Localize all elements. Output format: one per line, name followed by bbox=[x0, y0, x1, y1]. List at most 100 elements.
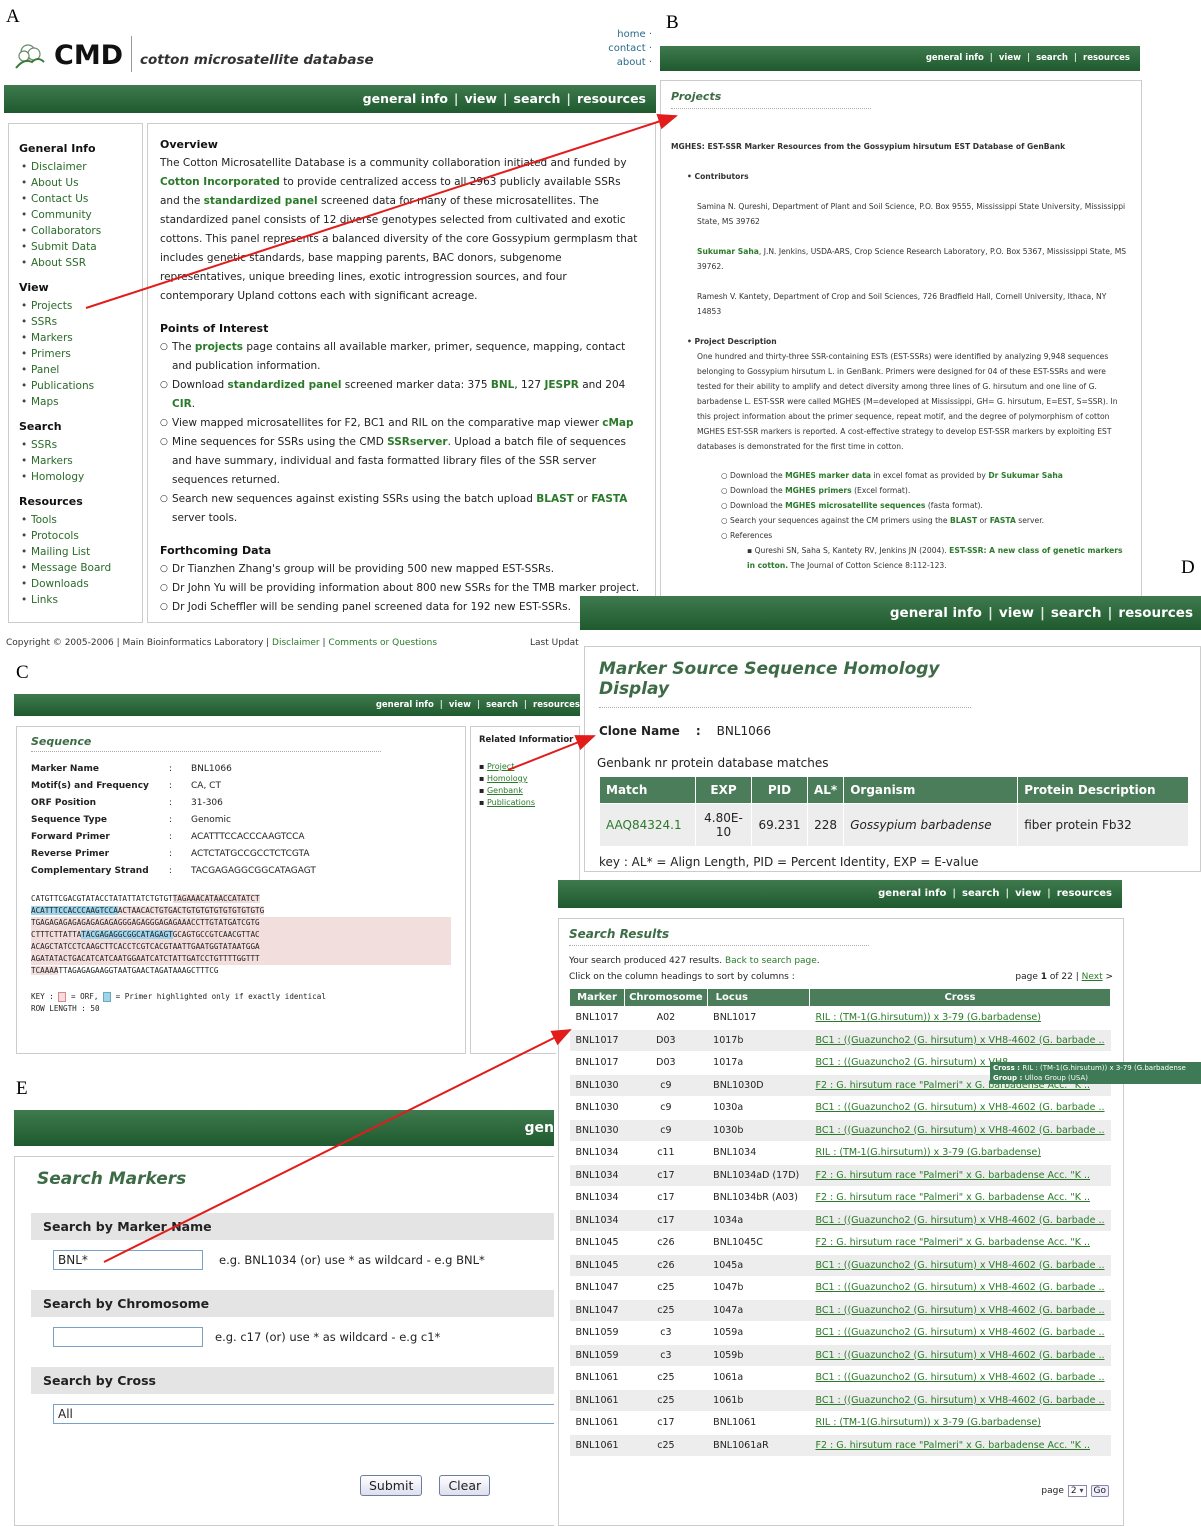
cross-link[interactable]: BC1 : ((Guazuncho2 (G. hirsutum) x VH8-4… bbox=[815, 1305, 1104, 1316]
mghes-sequences-link[interactable]: MGHES microsatellite sequences bbox=[785, 501, 925, 510]
contact-link[interactable]: contact · bbox=[608, 42, 652, 56]
cross-link[interactable]: F2 : G. hirsutum race "Palmeri" x G. bar… bbox=[815, 1192, 1090, 1203]
nav-search[interactable]: search bbox=[514, 85, 561, 113]
nav-general-info[interactable]: general info bbox=[890, 596, 982, 630]
sidebar-item-about-us[interactable]: About Us bbox=[9, 175, 142, 191]
cross-link[interactable]: F2 : G. hirsutum race "Palmeri" x G. bar… bbox=[815, 1170, 1090, 1181]
nav-search[interactable]: search bbox=[1036, 46, 1068, 71]
cotton-incorporated-link[interactable]: Cotton Incorporated bbox=[160, 176, 280, 188]
cross-link[interactable]: RIL : (TM-1(G.hirsutum)) x 3-79 (G.barba… bbox=[815, 1147, 1041, 1158]
sidebar-item-panel[interactable]: Panel bbox=[9, 362, 142, 378]
about-link[interactable]: about · bbox=[608, 56, 652, 70]
cross-link[interactable]: BC1 : ((Guazuncho2 (G. hirsutum) x VH8-4… bbox=[815, 1350, 1104, 1361]
sidebar-item-submit-data[interactable]: Submit Data bbox=[9, 239, 142, 255]
match-link[interactable]: AAQ84324.1 bbox=[606, 818, 682, 832]
submit-button[interactable]: Submit bbox=[360, 1475, 423, 1496]
download-panel-link[interactable]: standardized panel bbox=[228, 379, 342, 391]
sidebar-item-collaborators[interactable]: Collaborators bbox=[9, 223, 142, 239]
sidebar-item-homology[interactable]: Homology bbox=[9, 469, 142, 485]
col-protein-description[interactable]: Protein Description bbox=[1017, 776, 1189, 804]
cross-link[interactable]: BC1 : ((Guazuncho2 (G. hirsutum) x VH8 bbox=[815, 1057, 1008, 1068]
col-chromosome[interactable]: Chromosome bbox=[624, 988, 708, 1007]
sidebar-item-message-board[interactable]: Message Board bbox=[9, 560, 142, 576]
mghes-marker-data-link[interactable]: MGHES marker data bbox=[785, 471, 871, 480]
fasta-link[interactable]: FASTA bbox=[990, 516, 1016, 525]
col-exp[interactable]: EXP bbox=[695, 776, 752, 804]
cir-link[interactable]: CIR bbox=[172, 398, 192, 410]
nav-search[interactable]: search bbox=[486, 694, 518, 716]
nav-resources[interactable]: resources bbox=[577, 85, 646, 113]
chromosome-input[interactable] bbox=[53, 1327, 203, 1347]
sidebar-item-about-ssr[interactable]: About SSR bbox=[9, 255, 142, 271]
sidebar-item-mailing-list[interactable]: Mailing List bbox=[9, 544, 142, 560]
next-page-link[interactable]: Next bbox=[1082, 972, 1103, 982]
ssrserver-link[interactable]: SSRserver bbox=[387, 436, 447, 448]
col-match[interactable]: Match bbox=[599, 776, 696, 804]
sidebar-item-search-markers[interactable]: Markers bbox=[9, 453, 142, 469]
dr-saha-link[interactable]: Dr Sukumar Saha bbox=[988, 471, 1063, 480]
col-al[interactable]: AL* bbox=[806, 776, 845, 804]
bnl-link[interactable]: BNL bbox=[491, 379, 514, 391]
sukumar-saha-link[interactable]: Sukumar Saha bbox=[697, 247, 759, 256]
footer-comments-link[interactable]: Comments or Questions bbox=[328, 638, 437, 648]
cross-link[interactable]: BC1 : ((Guazuncho2 (G. hirsutum) x VH8-4… bbox=[815, 1372, 1104, 1383]
cross-link[interactable]: BC1 : ((Guazuncho2 (G. hirsutum) x VH8-4… bbox=[815, 1215, 1104, 1226]
nav-view[interactable]: view bbox=[449, 694, 471, 716]
projects-link[interactable]: projects bbox=[195, 341, 243, 353]
clear-button[interactable]: Clear bbox=[439, 1475, 491, 1496]
sidebar-item-markers[interactable]: Markers bbox=[9, 330, 142, 346]
related-homology-link[interactable]: Homology bbox=[487, 774, 528, 783]
cmap-link[interactable]: cMap bbox=[602, 417, 633, 429]
cross-link[interactable]: F2 : G. hirsutum race "Palmeri" x G. bar… bbox=[815, 1440, 1090, 1451]
nav-view[interactable]: view bbox=[1015, 880, 1041, 908]
cross-link[interactable]: RIL : (TM-1(G.hirsutum)) x 3-79 (G.barba… bbox=[815, 1012, 1041, 1023]
related-publications-link[interactable]: Publications bbox=[487, 798, 535, 807]
cross-link[interactable]: BC1 : ((Guazuncho2 (G. hirsutum) x VH8-4… bbox=[815, 1282, 1104, 1293]
col-marker[interactable]: Marker bbox=[568, 988, 626, 1007]
back-to-search-link[interactable]: Back to search page bbox=[725, 956, 817, 966]
nav-view[interactable]: view bbox=[999, 46, 1021, 71]
sidebar-item-projects[interactable]: Projects bbox=[9, 298, 142, 314]
nav-general-info[interactable]: general info bbox=[926, 46, 984, 71]
nav-search[interactable]: search bbox=[962, 880, 999, 908]
related-genbank-link[interactable]: Genbank bbox=[487, 786, 523, 795]
nav-general-info[interactable]: general info bbox=[878, 880, 946, 908]
nav-general-info[interactable]: gen bbox=[525, 1110, 554, 1146]
nav-view[interactable]: view bbox=[464, 85, 496, 113]
nav-resources[interactable]: resources bbox=[1118, 596, 1193, 630]
sidebar-item-downloads[interactable]: Downloads bbox=[9, 576, 142, 592]
marker-name-input[interactable]: BNL* bbox=[53, 1250, 203, 1270]
sidebar-item-community[interactable]: Community bbox=[9, 207, 142, 223]
sidebar-item-ssrs[interactable]: SSRs bbox=[9, 314, 142, 330]
sidebar-item-maps[interactable]: Maps bbox=[9, 394, 142, 410]
footer-disclaimer-link[interactable]: Disclaimer bbox=[272, 638, 320, 648]
sidebar-item-protocols[interactable]: Protocols bbox=[9, 528, 142, 544]
sidebar-item-search-ssrs[interactable]: SSRs bbox=[9, 437, 142, 453]
cross-select[interactable]: All bbox=[53, 1404, 554, 1424]
sidebar-item-publications[interactable]: Publications bbox=[9, 378, 142, 394]
col-locus[interactable]: Locus bbox=[706, 988, 810, 1007]
nav-search[interactable]: search bbox=[1051, 596, 1102, 630]
sidebar-item-disclaimer[interactable]: Disclaimer bbox=[9, 159, 142, 175]
cross-link[interactable]: BC1 : ((Guazuncho2 (G. hirsutum) x VH8-4… bbox=[815, 1327, 1104, 1338]
nav-resources[interactable]: resources bbox=[533, 694, 580, 716]
home-link[interactable]: home · bbox=[608, 28, 652, 42]
related-project-link[interactable]: Project bbox=[487, 762, 514, 771]
cross-link[interactable]: F2 : G. hirsutum race "Palmeri" x G. bar… bbox=[815, 1237, 1090, 1248]
page-select[interactable]: 2 ▾ bbox=[1067, 1485, 1087, 1497]
cross-link[interactable]: BC1 : ((Guazuncho2 (G. hirsutum) x VH8-4… bbox=[815, 1125, 1104, 1136]
standardized-panel-link[interactable]: standardized panel bbox=[204, 195, 318, 207]
cross-link[interactable]: BC1 : ((Guazuncho2 (G. hirsutum) x VH8-4… bbox=[815, 1260, 1104, 1271]
go-button[interactable]: Go bbox=[1090, 1485, 1109, 1497]
sidebar-item-primers[interactable]: Primers bbox=[9, 346, 142, 362]
fasta-link[interactable]: FASTA bbox=[591, 493, 627, 505]
cross-link[interactable]: BC1 : ((Guazuncho2 (G. hirsutum) x VH8-4… bbox=[815, 1035, 1104, 1046]
col-organism[interactable]: Organism bbox=[843, 776, 1019, 804]
sidebar-item-tools[interactable]: Tools bbox=[9, 512, 142, 528]
nav-general-info[interactable]: general info bbox=[376, 694, 434, 716]
col-cross[interactable]: Cross bbox=[808, 988, 1112, 1007]
mghes-primers-link[interactable]: MGHES primers bbox=[785, 486, 852, 495]
cross-link[interactable]: BC1 : ((Guazuncho2 (G. hirsutum) x VH8-4… bbox=[815, 1102, 1104, 1113]
blast-link[interactable]: BLAST bbox=[536, 493, 574, 505]
sidebar-item-links[interactable]: Links bbox=[9, 592, 142, 608]
